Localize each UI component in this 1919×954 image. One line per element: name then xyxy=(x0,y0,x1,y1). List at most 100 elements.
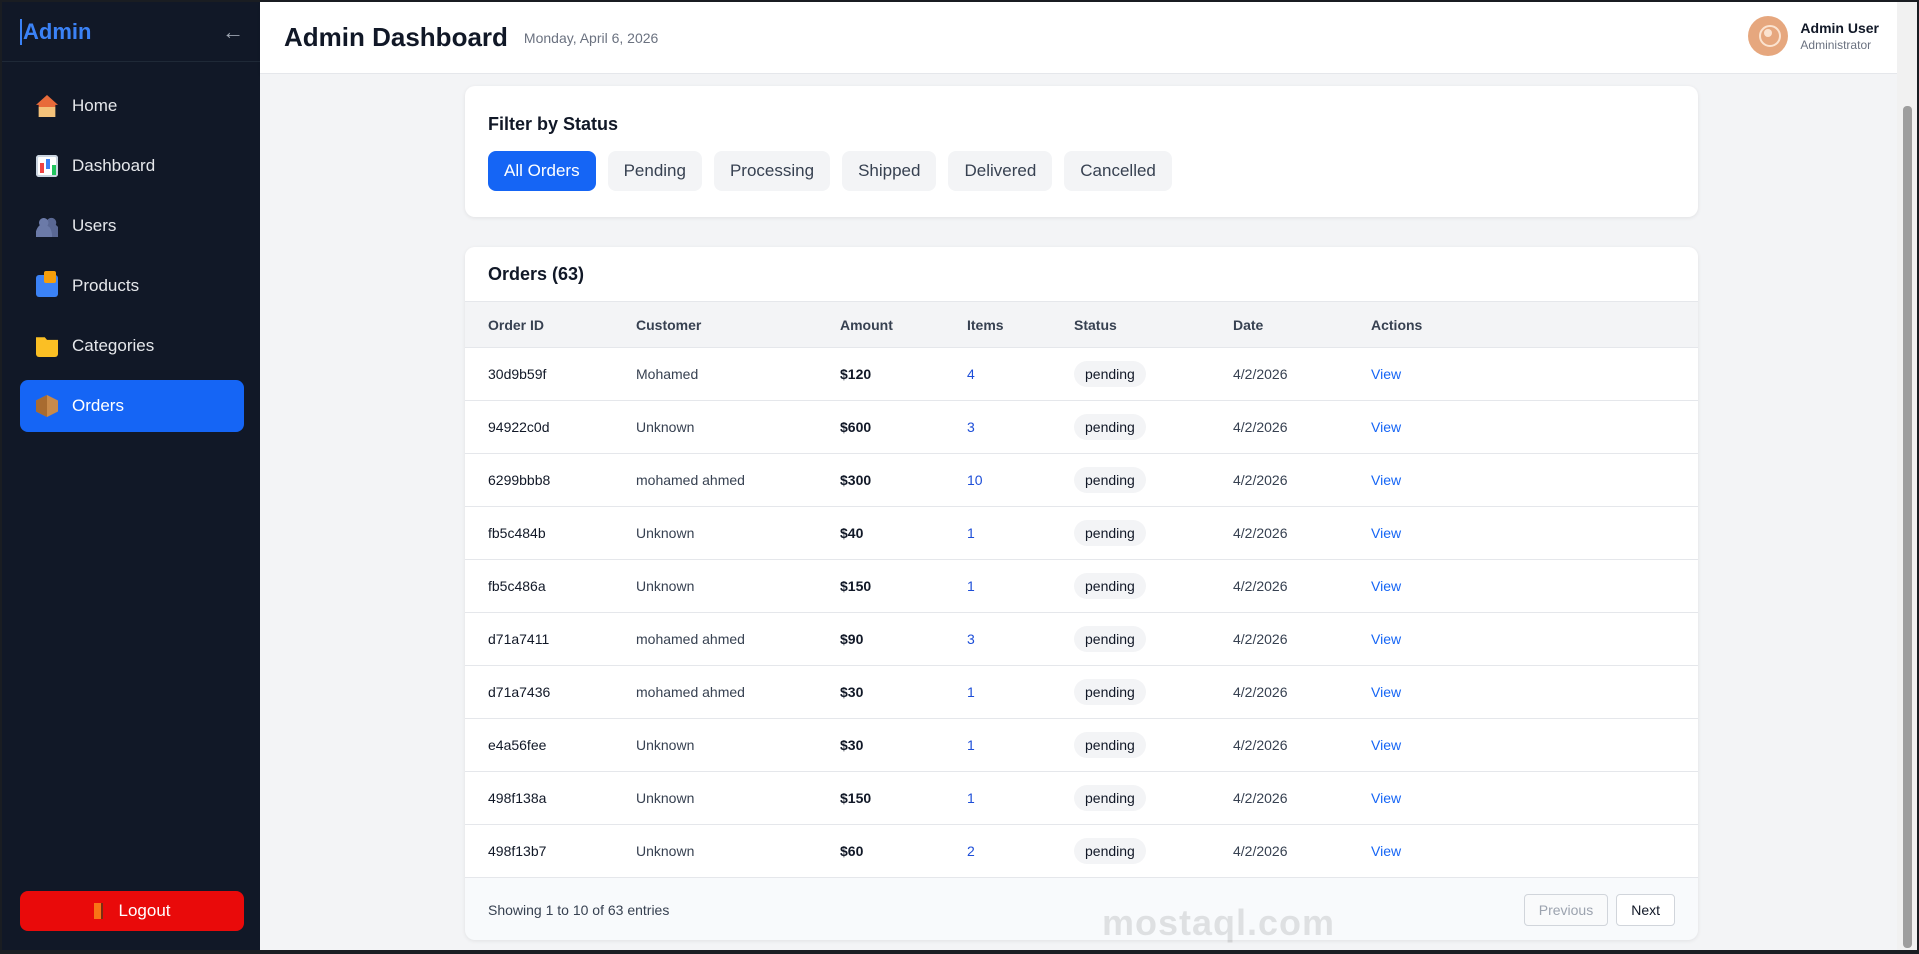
order-id-cell: d71a7411 xyxy=(465,612,613,666)
status-badge: pending xyxy=(1074,679,1146,705)
column-header-customer: Customer xyxy=(613,301,817,348)
view-order-link[interactable]: View xyxy=(1371,843,1401,859)
folder-icon xyxy=(36,337,58,357)
date-text: 4/2/2026 xyxy=(1233,737,1288,753)
orders-header: Orders (63) xyxy=(465,247,1698,301)
sidebar-item-categories[interactable]: Categories xyxy=(20,320,244,372)
sidebar-item-users[interactable]: Users xyxy=(20,200,244,252)
customer-text: Unknown xyxy=(636,578,695,594)
view-order-link[interactable]: View xyxy=(1371,419,1401,435)
table-row: fb5c484b Unknown $40 1 pending 4/2/2026 View xyxy=(465,506,1698,560)
user-menu[interactable]: Admin User Administrator xyxy=(1748,16,1879,56)
date-cell: 4/2/2026 xyxy=(1210,771,1348,825)
items-text: 1 xyxy=(967,790,975,806)
status-badge: pending xyxy=(1074,414,1146,440)
top-header: Admin Dashboard Monday, April 6, 2026 Ad… xyxy=(260,2,1897,74)
column-header-date: Date xyxy=(1210,301,1348,348)
status-cell: pending xyxy=(1051,347,1210,401)
status-badge: pending xyxy=(1074,626,1146,652)
sidebar-item-label: Products xyxy=(72,276,140,295)
status-cell: pending xyxy=(1051,400,1210,454)
items-cell: 10 xyxy=(944,453,1051,507)
view-order-link[interactable]: View xyxy=(1371,578,1401,594)
items-text: 3 xyxy=(967,631,975,647)
customer-text: Unknown xyxy=(636,737,695,753)
actions-cell: View xyxy=(1348,771,1698,825)
view-order-link[interactable]: View xyxy=(1371,737,1401,753)
filter-all-orders-button[interactable]: All Orders xyxy=(488,151,596,191)
avatar[interactable] xyxy=(1748,16,1789,56)
entries-info: Showing 1 to 10 of 63 entries xyxy=(488,902,670,918)
sidebar-item-products[interactable]: Products xyxy=(20,260,244,312)
page-scrollbar[interactable] xyxy=(1897,2,1917,950)
logout-label: Logout xyxy=(118,901,171,920)
items-text: 1 xyxy=(967,525,975,541)
amount-text: $150 xyxy=(840,578,872,594)
status-cell: pending xyxy=(1051,665,1210,719)
view-order-link[interactable]: View xyxy=(1371,525,1401,541)
amount-cell: $90 xyxy=(817,612,944,666)
customer-cell: mohamed ahmed xyxy=(613,453,817,507)
status-cell: pending xyxy=(1051,612,1210,666)
filter-title: Filter by Status xyxy=(488,114,619,134)
sidebar-item-orders[interactable]: Orders xyxy=(20,380,244,432)
view-order-link[interactable]: View xyxy=(1371,684,1401,700)
column-header-status: Status xyxy=(1051,301,1210,348)
amount-text: $150 xyxy=(840,790,872,806)
items-cell: 4 xyxy=(944,347,1051,401)
shopping-bags-icon xyxy=(36,271,58,297)
filter-cancelled-button[interactable]: Cancelled xyxy=(1064,151,1172,191)
amount-text: $30 xyxy=(840,737,864,753)
amount-cell: $30 xyxy=(817,718,944,772)
view-order-link[interactable]: View xyxy=(1371,631,1401,647)
status-filter-group: All Orders Pending Processing Shipped De… xyxy=(488,151,1675,191)
filter-shipped-button[interactable]: Shipped xyxy=(842,151,937,191)
date-cell: 4/2/2026 xyxy=(1210,400,1348,454)
amount-cell: $150 xyxy=(817,771,944,825)
status-badge: pending xyxy=(1074,573,1146,599)
current-date: Monday, April 6, 2026 xyxy=(523,29,659,46)
logout-button[interactable]: Logout xyxy=(20,891,244,931)
collapse-sidebar-button[interactable]: ← xyxy=(222,19,244,45)
date-text: 4/2/2026 xyxy=(1233,419,1288,435)
view-order-link[interactable]: View xyxy=(1371,790,1401,806)
order-id-text: 498f138a xyxy=(488,790,547,806)
date-cell: 4/2/2026 xyxy=(1210,665,1348,719)
customer-cell: Unknown xyxy=(613,400,817,454)
view-order-link[interactable]: View xyxy=(1371,366,1401,382)
date-cell: 4/2/2026 xyxy=(1210,453,1348,507)
date-cell: 4/2/2026 xyxy=(1210,718,1348,772)
main-content: Filter by Status All Orders Pending Proc… xyxy=(260,74,1897,950)
items-text: 1 xyxy=(967,737,975,753)
order-id-cell: fb5c484b xyxy=(465,506,613,560)
previous-page-button[interactable]: Previous xyxy=(1523,894,1609,926)
filter-card: Filter by Status All Orders Pending Proc… xyxy=(465,86,1698,217)
date-cell: 4/2/2026 xyxy=(1210,506,1348,560)
view-order-link[interactable]: View xyxy=(1371,472,1401,488)
orders-card: Orders (63) Order ID Customer Amount Ite… xyxy=(465,247,1698,940)
sidebar-item-dashboard[interactable]: Dashboard xyxy=(20,140,244,192)
sidebar-item-home[interactable]: Home xyxy=(20,80,244,132)
chart-icon xyxy=(36,155,58,177)
sidebar-item-label: Categories xyxy=(72,336,155,355)
items-cell: 2 xyxy=(944,824,1051,878)
date-text: 4/2/2026 xyxy=(1233,631,1288,647)
items-text: 2 xyxy=(967,843,975,859)
scrollbar-thumb[interactable] xyxy=(1903,106,1912,948)
next-page-button[interactable]: Next xyxy=(1616,894,1675,926)
status-badge: pending xyxy=(1074,732,1146,758)
items-cell: 3 xyxy=(944,400,1051,454)
customer-text: mohamed ahmed xyxy=(636,472,745,488)
order-id-cell: 30d9b59f xyxy=(465,347,613,401)
orders-table: Order ID Customer Amount Items Status Da… xyxy=(465,301,1698,878)
date-text: 4/2/2026 xyxy=(1233,843,1288,859)
filter-processing-button[interactable]: Processing xyxy=(713,151,831,191)
filter-delivered-button[interactable]: Delivered xyxy=(948,151,1053,191)
table-row: 6299bbb8 mohamed ahmed $300 10 pending 4/2/20… xyxy=(465,453,1698,507)
order-id-text: 6299bbb8 xyxy=(488,472,551,488)
status-cell: pending xyxy=(1051,559,1210,613)
brand-logo[interactable]: Admin xyxy=(20,18,91,45)
filter-pending-button[interactable]: Pending xyxy=(607,151,702,191)
customer-text: Unknown xyxy=(636,525,695,541)
amount-text: $600 xyxy=(840,419,872,435)
